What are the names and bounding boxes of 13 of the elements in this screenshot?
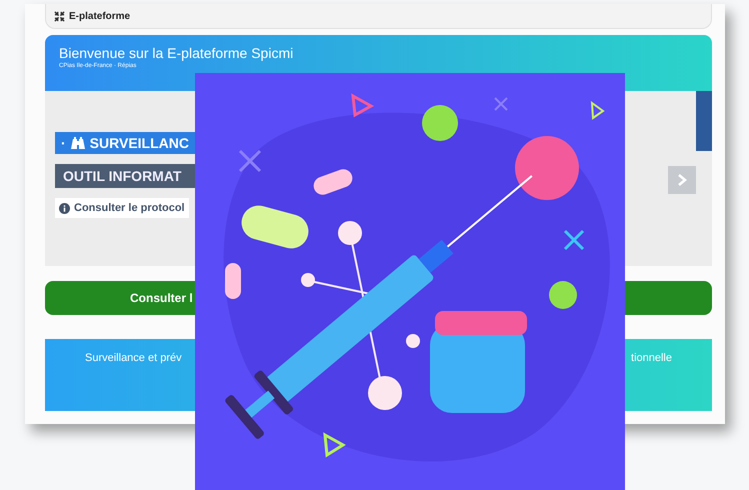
banner-text: Surveillance et prév	[85, 352, 182, 364]
surveillance-heading: SURVEILLANC	[90, 135, 189, 151]
info-icon	[59, 202, 70, 214]
site-title[interactable]: E-plateforme	[69, 10, 130, 22]
banner-text: tionnelle	[631, 352, 672, 364]
consult-button[interactable]: Consulter l	[45, 281, 195, 315]
chevron-right-icon	[677, 173, 687, 187]
welcome-title: Bienvenue sur la E-plateforme Spicmi	[59, 45, 294, 61]
next-slide-button[interactable]	[668, 166, 696, 194]
binoculars-icon	[70, 136, 86, 150]
bullet: ·	[61, 135, 66, 151]
photo-placeholder	[696, 91, 712, 151]
logo-icon	[54, 10, 65, 22]
